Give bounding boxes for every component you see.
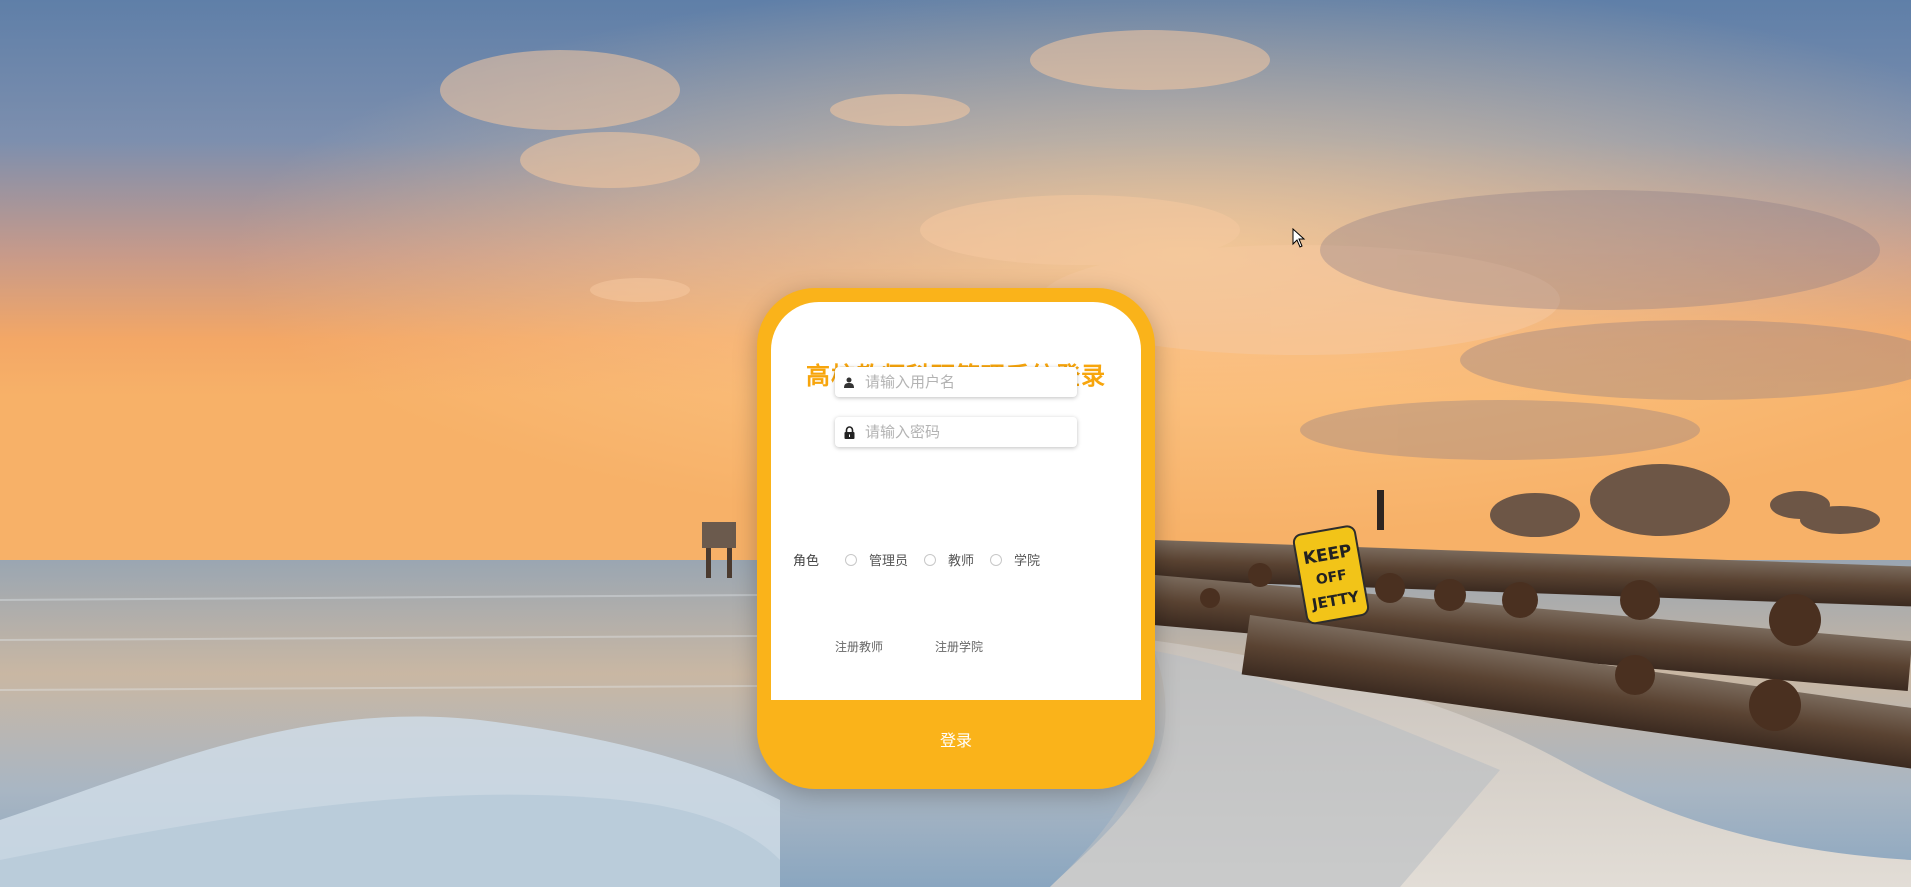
role-selector: 角色 管理员 教师 学院 xyxy=(793,550,1056,569)
login-card: 高校教师科研管理系统登录 角色 管理员 教师 xyxy=(757,288,1155,789)
login-button[interactable]: 登录 xyxy=(771,700,1141,777)
lock-icon xyxy=(835,425,863,439)
radio-teacher[interactable] xyxy=(924,553,937,566)
role-option-college[interactable]: 学院 xyxy=(990,550,1040,569)
radio-college[interactable] xyxy=(990,553,1003,566)
username-input[interactable] xyxy=(863,372,1067,392)
role-option-label: 管理员 xyxy=(869,554,909,569)
role-option-label: 学院 xyxy=(1014,554,1041,569)
register-teacher-link[interactable]: 注册教师 xyxy=(835,638,883,655)
password-field[interactable] xyxy=(835,417,1077,447)
radio-admin[interactable] xyxy=(845,553,858,566)
username-field[interactable] xyxy=(835,367,1077,397)
role-option-label: 教师 xyxy=(948,554,975,569)
user-icon xyxy=(835,377,863,388)
password-input[interactable] xyxy=(863,422,1067,442)
login-form-panel: 高校教师科研管理系统登录 角色 管理员 教师 xyxy=(771,302,1141,700)
role-option-admin[interactable]: 管理员 xyxy=(845,550,908,569)
role-option-teacher[interactable]: 教师 xyxy=(924,550,974,569)
role-label: 角色 xyxy=(793,554,820,569)
mouse-cursor-icon xyxy=(1292,227,1306,252)
register-college-link[interactable]: 注册学院 xyxy=(935,638,983,655)
